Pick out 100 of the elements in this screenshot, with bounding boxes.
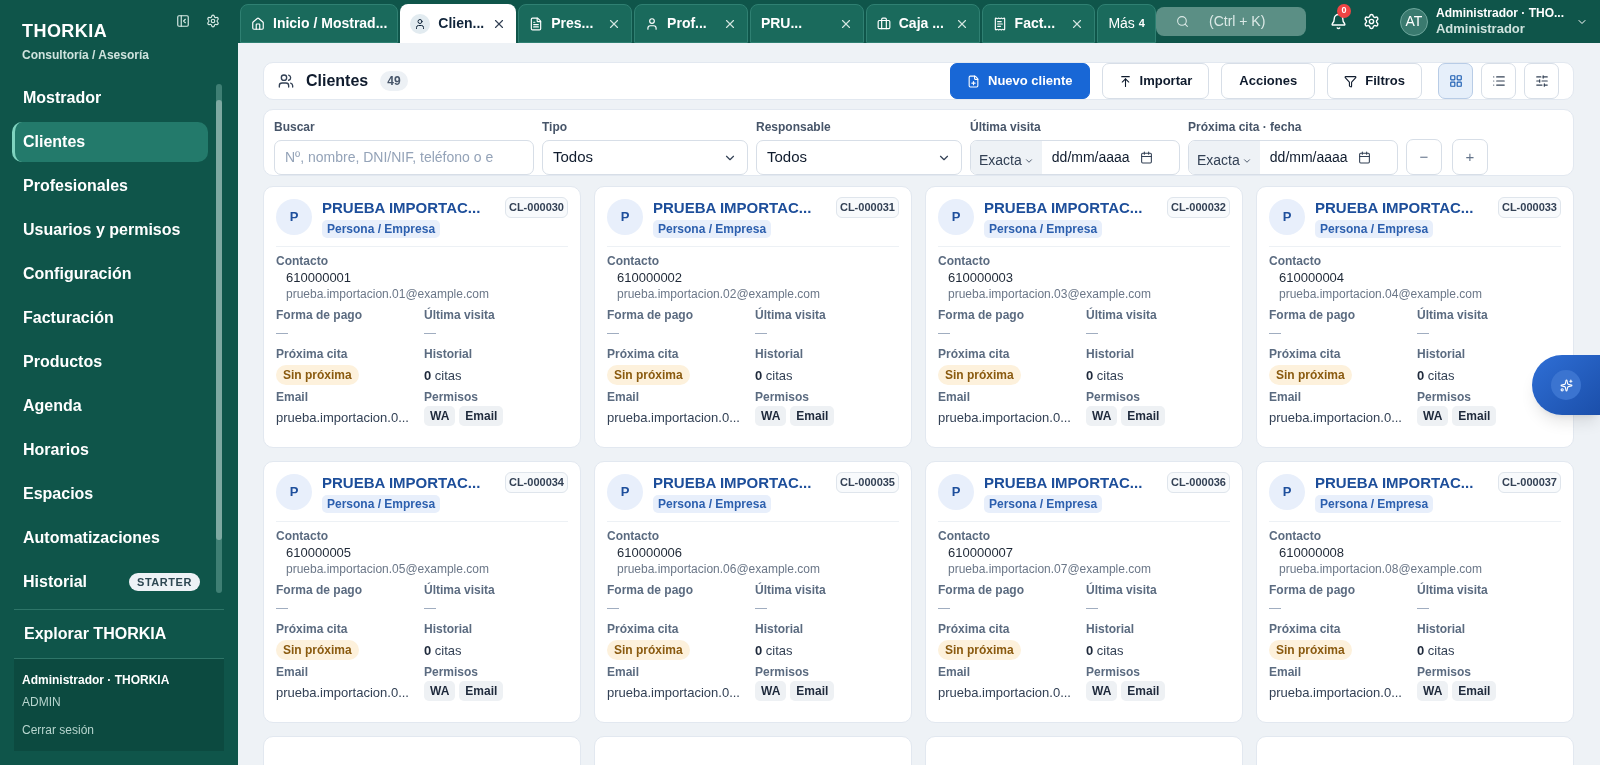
field-label: Contacto: [1269, 252, 1322, 270]
client-avatar: P: [607, 474, 643, 510]
sidebar-item[interactable]: Agenda: [12, 386, 208, 426]
client-avatar: P: [1269, 199, 1305, 235]
more-tabs[interactable]: Más 4: [1097, 4, 1156, 43]
client-card[interactable]: [263, 186, 581, 448]
tab[interactable]: Caja ...: [865, 4, 980, 43]
sidebar-item[interactable]: Automatizaciones: [12, 518, 208, 558]
view-toggle[interactable]: [1438, 63, 1473, 99]
sidebar-item[interactable]: Facturación: [12, 298, 208, 338]
client-name[interactable]: PRUEBA IMPORTAC...: [322, 197, 481, 220]
page-title: Clientes: [306, 71, 369, 91]
tab[interactable]: Clien...: [400, 4, 517, 43]
phone-number: 610000008: [1278, 544, 1346, 561]
tab[interactable]: Prof...: [634, 4, 748, 43]
field-value: —: [1086, 324, 1099, 342]
tab[interactable]: PRU...: [749, 4, 864, 43]
field-label: Buscar: [274, 119, 316, 136]
contact-email: prueba.importacion.04@example.com: [1278, 285, 1483, 302]
tab[interactable]: Inicio / Mostrad...: [240, 4, 399, 43]
client-name[interactable]: PRUEBA IMPORTAC...: [1315, 472, 1474, 495]
settings-icon[interactable]: [206, 14, 220, 28]
sidebar-item[interactable]: Mostrador: [12, 78, 208, 118]
client-type-tag: Persona / Empresa: [1315, 219, 1434, 238]
field-label: Email: [276, 389, 309, 406]
client-card[interactable]: [263, 461, 581, 723]
sidebar-item[interactable]: Historial STARTER: [12, 562, 208, 602]
explore-link[interactable]: Explorar THORKIA: [24, 625, 167, 642]
field-value: —: [1086, 599, 1099, 617]
field-label: Historial: [755, 345, 804, 363]
field-label: Email: [1269, 389, 1302, 406]
field-label: Permisos: [755, 389, 810, 406]
tab[interactable]: Fact...: [981, 4, 1096, 43]
logout-link[interactable]: Cerrar sesión: [22, 721, 216, 739]
client-card[interactable]: [1256, 186, 1574, 448]
field-value: —: [1269, 599, 1282, 617]
sidebar-item[interactable]: Horarios: [12, 430, 208, 470]
field-label: Email: [607, 664, 640, 681]
mode-select[interactable]: Exacta: [971, 141, 1042, 174]
add-button[interactable]: +: [1452, 139, 1488, 175]
appointment-count: 0 citas: [1417, 641, 1456, 660]
permission-tag: WA: [1417, 681, 1449, 701]
notification-icon[interactable]: [1330, 13, 1347, 30]
field-label: Permisos: [1086, 389, 1141, 406]
toolbar-button[interactable]: Acciones: [1221, 63, 1316, 99]
field-label: Última visita: [424, 581, 496, 599]
view-toggle[interactable]: [1481, 63, 1516, 99]
client-type-tag: Persona / Empresa: [653, 219, 772, 238]
permission-tag: Email: [459, 406, 504, 426]
user-avatar[interactable]: AT: [1400, 7, 1428, 36]
field-label: Próxima cita: [607, 620, 679, 638]
client-card[interactable]: [1256, 461, 1574, 723]
field-label: Historial: [1086, 620, 1135, 638]
sidebar-item[interactable]: Profesionales: [12, 166, 208, 206]
select-field[interactable]: Todos: [756, 140, 962, 175]
client-card[interactable]: [594, 186, 912, 448]
client-code: CL-000030: [504, 197, 568, 218]
toolbar-button[interactable]: Filtros: [1327, 63, 1422, 99]
client-name[interactable]: PRUEBA IMPORTAC...: [984, 472, 1143, 495]
assistant-button[interactable]: [1532, 355, 1600, 415]
date-filter[interactable]: Exacta dd/mm/aaaa: [1188, 140, 1398, 175]
client-name[interactable]: PRUEBA IMPORTAC...: [984, 197, 1143, 220]
client-name[interactable]: PRUEBA IMPORTAC...: [1315, 197, 1474, 220]
client-card[interactable]: [925, 461, 1243, 723]
field-label: Próxima cita: [1269, 345, 1341, 363]
collapse-sidebar-icon[interactable]: [176, 14, 190, 28]
user-name: Administrador · THORKIA: [22, 672, 171, 689]
home-icon: [251, 16, 265, 31]
view-toggle[interactable]: [1524, 63, 1559, 99]
toolbar-button[interactable]: Nuevo cliente: [950, 63, 1090, 99]
remove-button[interactable]: −: [1406, 139, 1442, 175]
field-label: Email: [1269, 664, 1302, 681]
sidebar-item[interactable]: Espacios: [12, 474, 208, 514]
sidebar-item[interactable]: Productos: [12, 342, 208, 382]
field-label: Última visita: [1086, 581, 1158, 599]
toolbar-button[interactable]: Importar: [1101, 63, 1210, 99]
permission-tag: WA: [424, 681, 456, 701]
client-name[interactable]: PRUEBA IMPORTAC...: [653, 472, 812, 495]
field-label: Permisos: [755, 664, 810, 681]
select-field[interactable]: Todos: [542, 140, 748, 175]
mode-select[interactable]: Exacta: [1189, 141, 1260, 174]
client-type-tag: Persona / Empresa: [322, 494, 441, 513]
tab[interactable]: Pres...: [518, 4, 633, 43]
client-code: CL-000032: [1166, 197, 1230, 218]
field-label: Próxima cita: [938, 345, 1010, 363]
client-card[interactable]: [594, 461, 912, 723]
calendar-icon[interactable]: [1357, 151, 1371, 164]
permission-tag: WA: [1086, 681, 1118, 701]
sidebar-item[interactable]: Usuarios y permisos: [12, 210, 208, 250]
date-input[interactable]: dd/mm/aaaa: [1259, 147, 1358, 168]
scrollbar[interactable]: [216, 84, 222, 593]
date-filter[interactable]: Exacta dd/mm/aaaa: [970, 140, 1180, 175]
client-name[interactable]: PRUEBA IMPORTAC...: [322, 472, 481, 495]
sidebar-item[interactable]: Clientes: [12, 122, 208, 162]
sidebar-item[interactable]: Configuración: [12, 254, 208, 294]
calendar-icon[interactable]: [1139, 151, 1153, 164]
client-card[interactable]: [925, 186, 1243, 448]
client-name[interactable]: PRUEBA IMPORTAC...: [653, 197, 812, 220]
field-value: prueba.importacion.0...: [938, 409, 1072, 427]
date-input[interactable]: dd/mm/aaaa: [1041, 147, 1140, 168]
